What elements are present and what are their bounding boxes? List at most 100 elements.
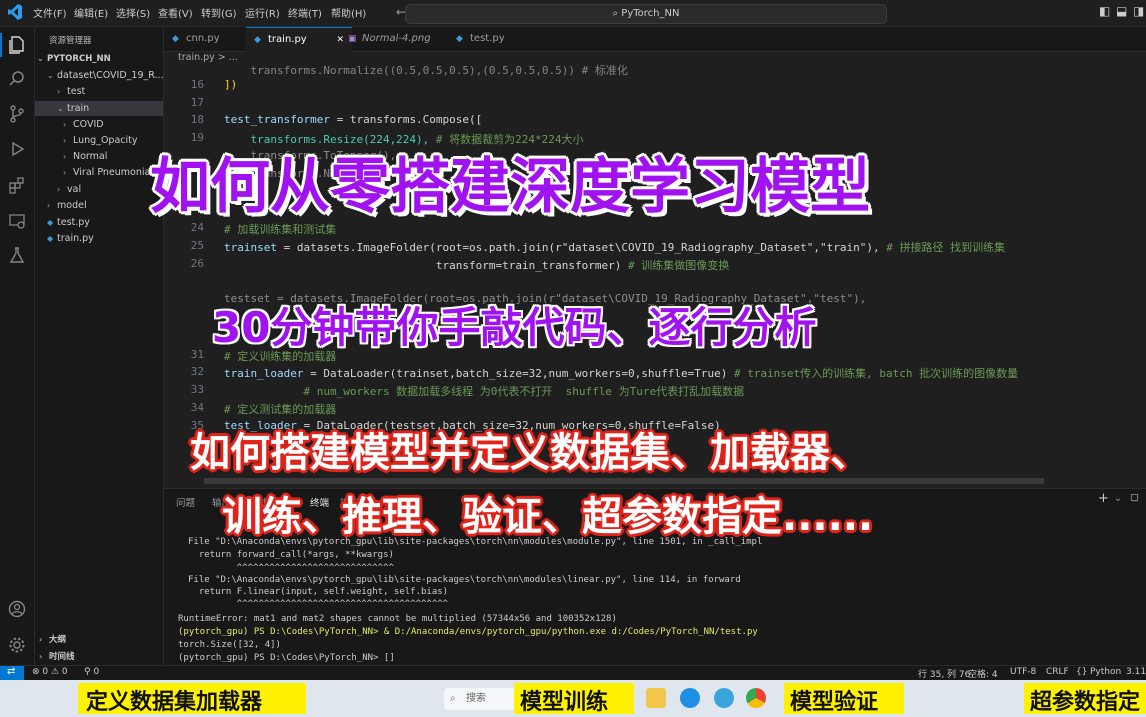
edge-browser-icon[interactable] (680, 688, 700, 708)
toggle-secondary-sidebar-icon[interactable]: ◨ (1133, 4, 1144, 18)
new-terminal-plus-icon[interactable]: + (1098, 491, 1109, 506)
menu-go[interactable]: 转到(G) (201, 5, 237, 20)
language-braces-icon[interactable]: {} (1076, 667, 1087, 677)
tree-folder-val[interactable]: › val (57, 184, 81, 195)
tree-folder-viral-pneumonia[interactable]: › Viral Pneumonia (63, 167, 150, 178)
tab-label: train.py (268, 34, 307, 45)
outline-section[interactable]: › 大纲 (39, 633, 66, 645)
line-number: 17 (190, 96, 204, 109)
tree-folder-normal[interactable]: › Normal (63, 151, 107, 162)
terminal-line: ^^^^^^^^^^^^^^^^^^^^^^^^^^^^^ (188, 563, 394, 573)
vscode-logo-icon[interactable] (8, 4, 22, 20)
title-bar: 文件(F) 编辑(E) 选择(S) 查看(V) 转到(G) 运行(R) 终端(T… (0, 0, 1146, 27)
toggle-sidebar-icon[interactable]: ◧ (1099, 4, 1110, 18)
cursor-position[interactable]: 行 35, 列 76 (918, 667, 970, 680)
code-line-33: # num_workers 数据加载多线程 为0代表不打开 shuffle 为T… (224, 385, 745, 398)
command-center-search[interactable]: ⌕ PyTorch_NN (405, 4, 887, 24)
menu-run[interactable]: 运行(R) (245, 5, 280, 20)
terminal-line: return forward_call(*args, **kwargs) (188, 550, 394, 560)
terminal-line[interactable]: (pytorch_gpu) PS D:\Codes\PyTorch_NN> [] (178, 653, 395, 663)
python-file-icon: ◆ (254, 35, 261, 45)
terminal-list-icon[interactable]: ▢ (1130, 492, 1139, 503)
chevron-down-icon[interactable]: ⌄ (1114, 493, 1122, 504)
extensions-icon[interactable] (7, 175, 27, 195)
tab-train-py[interactable]: ◆ train.py ✕ (246, 27, 352, 52)
search-icon: ⌕ (450, 693, 456, 704)
source-control-icon[interactable] (7, 104, 27, 124)
indentation[interactable]: 空格: 4 (968, 667, 998, 680)
tree-folder-dataset[interactable]: ⌄ dataset\COVID_19_R... (47, 70, 164, 81)
tree-folder-test[interactable]: › test (57, 86, 85, 97)
tree-folder-train[interactable]: ⌄ train (35, 101, 163, 116)
menu-help[interactable]: 帮助(H) (331, 5, 366, 20)
line-number: 16 (190, 78, 204, 91)
toggle-panel-icon[interactable]: ⬓ (1116, 4, 1127, 18)
terminal-line: File "D:\Anaconda\envs\pytorch_gpu\lib\s… (188, 575, 741, 585)
chevron-down-icon: ⌄ (47, 71, 54, 80)
tree-label: test (67, 86, 86, 97)
tree-folder-model[interactable]: › model (47, 200, 87, 211)
code-token: ]) (224, 78, 238, 91)
code-token: trainset (224, 241, 277, 254)
taskbar-search-label: 搜索 (466, 693, 486, 704)
code-token: = datasets.ImageFolder(root=os.path.join… (276, 241, 880, 254)
project-name: PYTORCH_NN (47, 54, 111, 64)
section-label-validation: 模型验证 (790, 690, 879, 715)
chevron-down-icon: ⌄ (57, 104, 64, 113)
topic-caption-line-1: 如何搭建模型并定义数据集、加载器、 (190, 430, 870, 476)
terminal-line: ^^^^^^^^^^^^^^^^^^^^^^^^^^^^^^^^^^^^^^^ (188, 599, 449, 609)
remote-explorer-icon[interactable] (7, 211, 27, 231)
account-icon[interactable] (7, 599, 27, 619)
image-file-icon: ▣ (348, 34, 357, 44)
tab-cnn-py[interactable]: ◆ cnn.py (164, 27, 258, 51)
line-ending[interactable]: CRLF (1046, 667, 1069, 677)
terminal-line: torch.Size([32, 4]) (178, 640, 281, 650)
code-token: # 拼接路径 找到训练集 (879, 241, 1006, 254)
search-icon[interactable] (7, 69, 27, 89)
panel-tab-problems[interactable]: 问题 (176, 495, 195, 509)
tree-label: Viral Pneumonia (73, 167, 151, 178)
explorer-icon[interactable] (7, 35, 27, 55)
line-number: 34 (190, 401, 204, 414)
tab-normal-4-png[interactable]: ▣ Normal-4.png (340, 27, 456, 51)
chevron-right-icon: › (39, 652, 43, 661)
tree-file-test-py[interactable]: ◆ test.py (47, 217, 90, 228)
run-debug-icon[interactable] (7, 139, 27, 159)
remote-indicator[interactable]: ⇄ (0, 666, 24, 681)
edge-browser-icon[interactable] (714, 688, 734, 708)
settings-gear-icon[interactable] (7, 635, 27, 655)
status-bar: ⇄ ⊗ 0 ⚠ 0 ⚲ 0 行 35, 列 76 空格: 4 UTF-8 CRL… (0, 665, 1146, 681)
python-version[interactable]: 3.11 (1126, 667, 1146, 677)
problems-count[interactable]: ⊗ 0 ⚠ 0 (32, 667, 68, 677)
tree-label: Lung_Opacity (73, 135, 138, 146)
code-line-16: ]) (224, 78, 237, 91)
ports-count[interactable]: ⚲ 0 (84, 667, 99, 677)
language-mode[interactable]: Python (1090, 667, 1121, 677)
code-token: test_transformer (224, 113, 330, 126)
menu-file[interactable]: 文件(F) (33, 5, 67, 20)
menu-terminal[interactable]: 终端(T) (288, 5, 322, 20)
tab-label: Normal-4.png (362, 33, 431, 44)
tree-folder-covid[interactable]: › COVID (63, 119, 104, 130)
menu-view[interactable]: 查看(V) (158, 5, 193, 20)
python-file-icon: ◆ (47, 234, 54, 243)
encoding[interactable]: UTF-8 (1010, 667, 1036, 677)
tab-test-py[interactable]: ◆ test.py (448, 27, 540, 51)
python-file-icon: ◆ (47, 218, 54, 227)
taskbar: 定义数据集加载器 ⌕ 搜索 模型训练 模型验证 超参数指定 (0, 680, 1146, 717)
python-file-icon: ◆ (172, 34, 179, 44)
timeline-section[interactable]: › 时间线 (39, 650, 75, 662)
tree-file-train-py[interactable]: ◆ train.py (47, 233, 94, 244)
project-root[interactable]: ⌄ PYTORCH_NN (37, 54, 111, 64)
code-token: train_loader (224, 367, 304, 380)
explorer-sidebar: 资源管理器 ··· ⌄PYTORCH_NN ⌄dataset\COVID_19_… (35, 27, 172, 665)
line-number: 26 (190, 257, 204, 270)
chrome-browser-icon[interactable] (746, 688, 766, 708)
menu-selection[interactable]: 选择(S) (116, 5, 150, 20)
file-explorer-icon[interactable] (646, 688, 666, 708)
menu-edit[interactable]: 编辑(E) (74, 5, 108, 20)
code-line-25: trainset = datasets.ImageFolder(root=os.… (224, 239, 1005, 255)
code-line-18: test_transformer = transforms.Compose([ (224, 113, 482, 126)
testing-flask-icon[interactable] (7, 245, 27, 265)
tree-folder-lung-opacity[interactable]: › Lung_Opacity (63, 135, 138, 146)
